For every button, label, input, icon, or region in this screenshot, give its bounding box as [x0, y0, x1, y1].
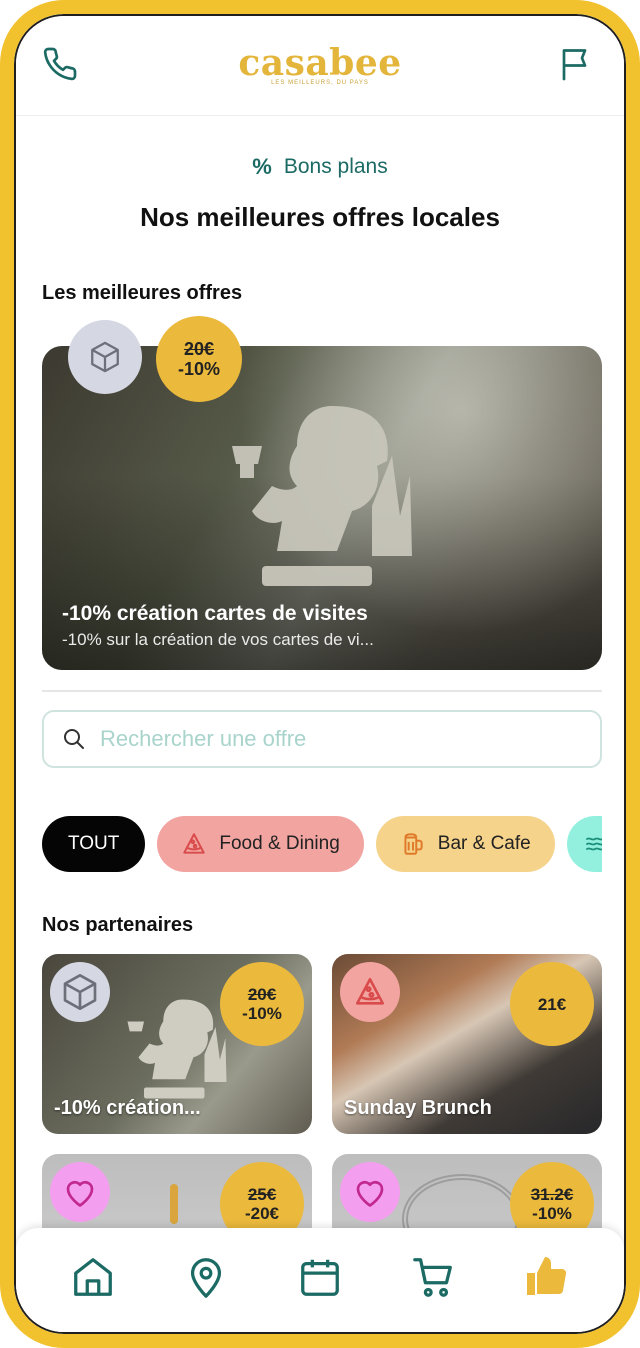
phone-icon[interactable] [40, 44, 80, 84]
chip-food-label: Food & Dining [219, 833, 340, 854]
product-image [170, 1184, 178, 1224]
mayan-emblem-icon [127, 999, 227, 1099]
brand-logo[interactable]: casabee LES MEILLEURS, DU PAYS [238, 42, 401, 86]
hero-subtitle: -10% sur la création de vos cartes de vi… [62, 630, 374, 649]
page-title: Nos meilleures offres locales [140, 202, 500, 232]
price: -10% [532, 1204, 572, 1223]
beer-icon [404, 833, 423, 855]
hero-title: -10% création cartes de visites [62, 602, 368, 625]
waves-icon [585, 837, 602, 851]
eyebrow-label: Bons plans [283, 155, 388, 178]
card-label: Sunday Brunch [344, 1097, 492, 1119]
box-icon [50, 962, 110, 1022]
price-badge: 20€ -10% [220, 962, 304, 1046]
search-input[interactable] [100, 726, 540, 752]
chip-bar-cafe[interactable]: Bar & Cafe [375, 816, 555, 872]
app-screen: casabee LES MEILLEURS, DU PAYS % Bons pl… [14, 14, 626, 1334]
chip-all-label: TOUT [68, 833, 120, 854]
hero-discount: -10% [177, 359, 221, 379]
logo-text: casabee [238, 42, 402, 84]
hero-price-badge: 20€ -10% [156, 316, 242, 402]
mayan-emblem-icon [232, 406, 412, 586]
bottom-navigation [16, 1228, 624, 1332]
divider [42, 690, 602, 692]
card-label: -10% création... [54, 1097, 201, 1119]
featured-offer-card[interactable]: -10% création cartes de visites -10% sur… [42, 346, 602, 670]
partner-card[interactable]: 20€ -10% -10% création... [42, 954, 312, 1134]
chip-all[interactable]: TOUT [42, 816, 146, 872]
pizza-icon [340, 962, 400, 1022]
deals-eyebrow: % Bons plans [16, 154, 624, 180]
best-offers-title: Les meilleures offres [42, 282, 243, 304]
price: -10% [242, 1004, 282, 1023]
hero-old-price: 20€ [183, 339, 215, 359]
thumbs-up-icon[interactable] [517, 1247, 577, 1307]
chip-bar-label: Bar & Cafe [437, 833, 531, 854]
search-icon [64, 729, 84, 749]
chip-waves[interactable] [566, 816, 602, 872]
app-header: casabee LES MEILLEURS, DU PAYS [16, 16, 624, 116]
partner-card[interactable]: 21€ Sunday Brunch [332, 954, 602, 1134]
home-icon[interactable] [63, 1247, 123, 1307]
old-price: 20€ [247, 985, 277, 1004]
box-icon [68, 320, 142, 394]
calendar-icon[interactable] [290, 1247, 350, 1307]
old-price: 31.2€ [530, 1185, 574, 1204]
phone-frame: casabee LES MEILLEURS, DU PAYS % Bons pl… [0, 0, 640, 1348]
chip-food-dining[interactable]: Food & Dining [157, 816, 364, 872]
flag-icon[interactable] [556, 44, 596, 84]
heart-icon [50, 1162, 110, 1222]
category-filter-chips: TOUT Food & Dining Bar & Cafe [42, 816, 602, 874]
partners-title: Nos partenaires [42, 914, 194, 936]
heart-icon [340, 1162, 400, 1222]
pizza-icon [183, 833, 206, 854]
price: 21€ [537, 994, 567, 1014]
search-bar[interactable] [42, 710, 602, 768]
old-price: 25€ [247, 1185, 277, 1204]
price: -20€ [244, 1204, 280, 1223]
location-icon[interactable] [176, 1247, 236, 1307]
percent-icon: % [252, 154, 272, 179]
price-badge: 21€ [510, 962, 594, 1046]
cart-icon[interactable] [404, 1247, 464, 1307]
